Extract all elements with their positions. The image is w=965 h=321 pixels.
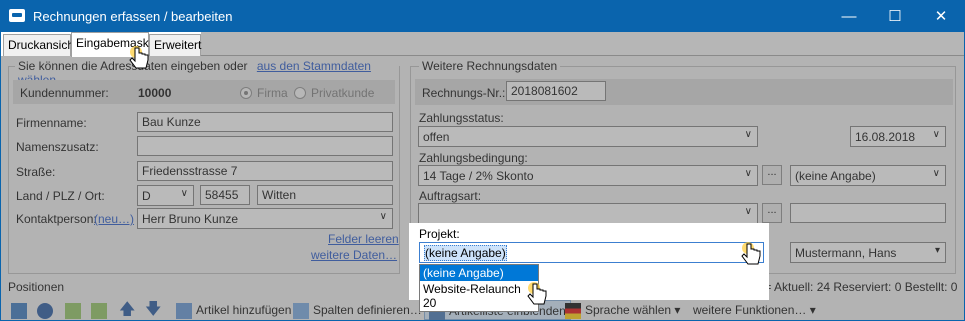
- hand-cursor-icon: [741, 242, 761, 265]
- invoice-window: Rechnungen erfassen / bearbeiten — ☐ ✕ D…: [0, 0, 965, 321]
- street-label: Straße:: [16, 165, 56, 179]
- chevron-down-icon: ∨: [932, 129, 940, 140]
- chevron-down-icon: ∨: [744, 206, 752, 217]
- project-option[interactable]: (keine Angabe): [420, 265, 538, 281]
- chevron-down-icon: ∨: [180, 188, 188, 199]
- name-extra-field[interactable]: [137, 136, 393, 156]
- move-down-icon[interactable]: 🡇: [145, 300, 161, 320]
- tab-druckansicht[interactable]: Druckansicht: [3, 34, 77, 56]
- firma-radio-label: Firma: [257, 86, 288, 100]
- more-data-link[interactable]: weitere Daten…: [311, 248, 397, 262]
- add-article-icon: [176, 302, 192, 319]
- project-panel: Projekt: (keine Angabe) (keine Angabe) W…: [409, 223, 769, 312]
- order-type-select[interactable]: ∨: [418, 203, 758, 224]
- company-field[interactable]: Bau Kunze: [137, 112, 393, 132]
- columns-icon: [293, 302, 309, 319]
- define-columns-label: Spalten definieren…: [313, 303, 422, 317]
- positions-label: Positionen: [8, 280, 65, 294]
- zip-field[interactable]: 58455: [200, 185, 250, 205]
- order-type-more-button[interactable]: ...: [762, 203, 782, 223]
- firma-radio[interactable]: [240, 87, 252, 99]
- contact-new-link[interactable]: (neu…): [94, 212, 134, 226]
- tab-erweitert[interactable]: Erweitert: [149, 34, 201, 56]
- close-button[interactable]: ✕: [918, 1, 964, 32]
- invoice-group-title: Weitere Rechnungsdaten: [419, 59, 561, 73]
- terms-more-button[interactable]: ...: [762, 165, 782, 185]
- customer-number-label: Kundennummer:: [20, 86, 109, 100]
- clear-fields-link[interactable]: Felder leeren: [328, 232, 399, 246]
- customer-number-value: 10000: [138, 86, 172, 100]
- terms-extra-value: (keine Angabe): [795, 169, 876, 183]
- define-columns-button[interactable]: Spalten definieren…: [293, 300, 422, 320]
- employee-value: Mustermann, Hans: [795, 246, 897, 260]
- copy-icon[interactable]: [65, 300, 85, 320]
- more-functions-label: weitere Funktionen…: [693, 303, 807, 317]
- stock-status: r = Aktuell: 24 Reserviert: 0 Bestellt: …: [757, 280, 958, 294]
- project-select[interactable]: (keine Angabe): [419, 242, 764, 263]
- project-value: (keine Angabe): [424, 245, 507, 261]
- employee-select[interactable]: Mustermann, Hans ▾: [790, 242, 946, 263]
- project-label: Projekt:: [419, 227, 460, 241]
- tab-spotlight: Druckansicht Eingabemaske Erweitert: [1, 32, 201, 57]
- terms-value: 14 Tage / 2% Skonto: [423, 169, 534, 183]
- contact-label: Kontaktperson:: [16, 212, 97, 226]
- date-picker[interactable]: 16.08.2018 ∨: [850, 126, 946, 147]
- chevron-down-icon: ∨: [744, 168, 752, 179]
- order-type-label: Auftragsart:: [419, 189, 482, 203]
- terms-select[interactable]: 14 Tage / 2% Skonto ∨: [418, 165, 758, 186]
- paste-icon[interactable]: [91, 300, 111, 320]
- country-select[interactable]: D ∨: [137, 185, 194, 206]
- order-extra-field[interactable]: [790, 203, 946, 223]
- add-row-icon[interactable]: [11, 300, 31, 320]
- window-title: Rechnungen erfassen / bearbeiten: [33, 9, 233, 24]
- invoice-number-field[interactable]: 2018081602: [506, 81, 606, 101]
- move-up-icon[interactable]: 🡅: [119, 300, 135, 320]
- contact-select[interactable]: Herr Bruno Kunze ∨: [137, 208, 393, 229]
- street-field[interactable]: Friedensstrasse 7: [137, 161, 393, 181]
- chevron-down-icon: ∨: [744, 129, 752, 140]
- app-icon: [9, 9, 25, 22]
- status-value: offen: [423, 130, 450, 144]
- contact-value: Herr Bruno Kunze: [142, 212, 239, 226]
- title-bar: Rechnungen erfassen / bearbeiten — ☐ ✕: [1, 1, 964, 32]
- terms-extra-select[interactable]: (keine Angabe) ∨: [790, 165, 946, 186]
- hand-cursor-icon: [129, 46, 149, 69]
- country-value: D: [142, 189, 151, 203]
- maximize-button[interactable]: ☐: [872, 1, 918, 32]
- name-extra-label: Namenszusatz:: [16, 140, 99, 154]
- invoice-number-label: Rechnungs-Nr.:: [422, 86, 506, 100]
- add-article-label: Artikel hinzufügen: [196, 303, 292, 317]
- date-value: 16.08.2018: [855, 130, 916, 144]
- privatkunde-radio[interactable]: [294, 87, 306, 99]
- chevron-down-icon: ▾: [934, 245, 940, 256]
- more-functions-button[interactable]: weitere Funktionen… ▾: [693, 300, 816, 320]
- project-option[interactable]: Website-Relaunch 20: [420, 281, 538, 311]
- privatkunde-radio-label: Privatkunde: [311, 86, 375, 100]
- hand-cursor-icon: [527, 282, 547, 305]
- delete-icon[interactable]: [37, 300, 57, 320]
- chevron-down-icon: ∨: [932, 168, 940, 179]
- city-field[interactable]: Witten: [257, 185, 393, 205]
- company-label: Firmenname:: [16, 116, 87, 130]
- project-dropdown: (keine Angabe) Website-Relaunch 20: [419, 264, 539, 312]
- german-flag-icon: [565, 302, 581, 319]
- chevron-down-icon: ∨: [379, 211, 387, 222]
- location-label: Land / PLZ / Ort:: [16, 189, 105, 203]
- add-article-button[interactable]: Artikel hinzufügen: [176, 300, 291, 320]
- status-select[interactable]: offen ∨: [418, 126, 758, 147]
- terms-label: Zahlungsbedingung:: [419, 151, 528, 165]
- status-label: Zahlungsstatus:: [419, 111, 504, 125]
- minimize-button[interactable]: —: [826, 1, 872, 32]
- choose-language-button[interactable]: Sprache wählen ▾: [565, 300, 680, 320]
- choose-language-label: Sprache wählen: [585, 303, 672, 317]
